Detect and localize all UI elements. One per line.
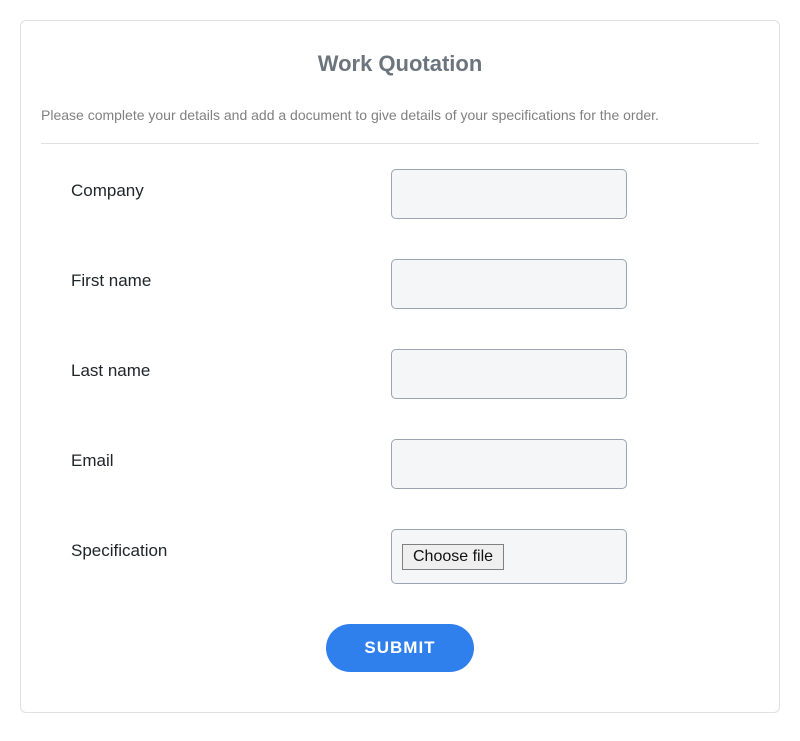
row-specification: Specification Choose file <box>41 529 759 584</box>
label-last-name: Last name <box>71 349 391 381</box>
row-first-name: First name <box>41 259 759 309</box>
specification-file-box[interactable]: Choose file <box>391 529 627 584</box>
row-last-name: Last name <box>41 349 759 399</box>
submit-button[interactable]: SUBMIT <box>326 624 473 672</box>
label-email: Email <box>71 439 391 471</box>
first-name-input[interactable] <box>391 259 627 309</box>
email-input[interactable] <box>391 439 627 489</box>
choose-file-button[interactable]: Choose file <box>402 544 504 570</box>
label-company: Company <box>71 169 391 201</box>
row-email: Email <box>41 439 759 489</box>
company-input[interactable] <box>391 169 627 219</box>
row-company: Company <box>41 169 759 219</box>
label-first-name: First name <box>71 259 391 291</box>
divider <box>41 143 759 144</box>
last-name-input[interactable] <box>391 349 627 399</box>
form-description: Please complete your details and add a d… <box>41 107 759 123</box>
quotation-form-card: Work Quotation Please complete your deta… <box>20 20 780 713</box>
submit-row: SUBMIT <box>41 624 759 672</box>
label-specification: Specification <box>71 529 391 561</box>
form-title: Work Quotation <box>41 51 759 77</box>
